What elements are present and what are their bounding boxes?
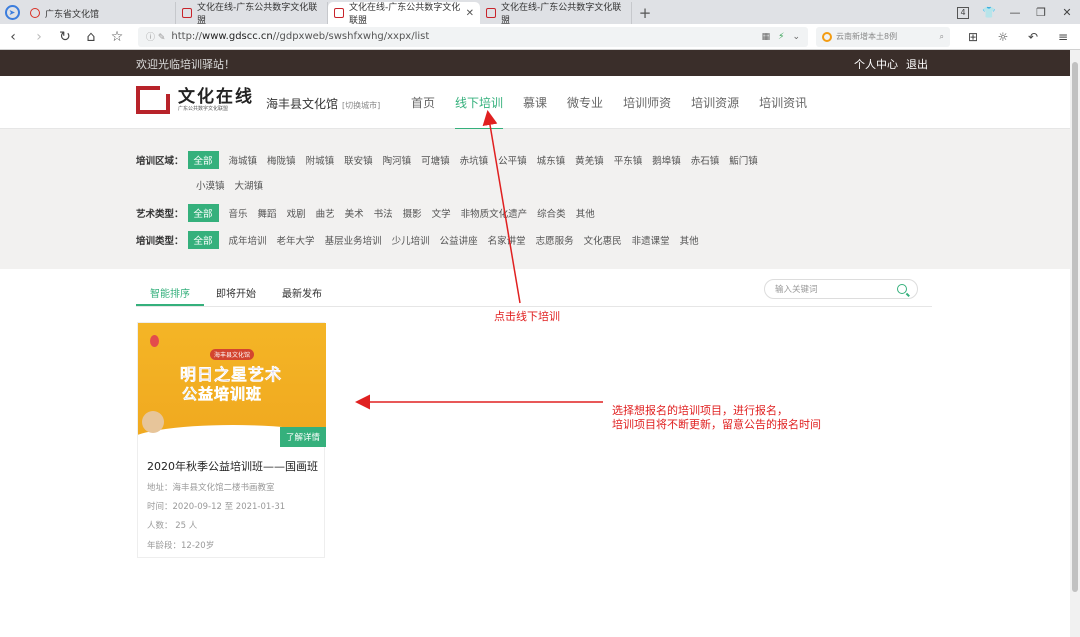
annotation-click-nav: 点击线下培训 [494, 310, 560, 323]
arrow-to-nav [482, 110, 521, 304]
annotation-select-2: 培训项目将不断更新，留意公告的报名时间 [612, 418, 821, 431]
